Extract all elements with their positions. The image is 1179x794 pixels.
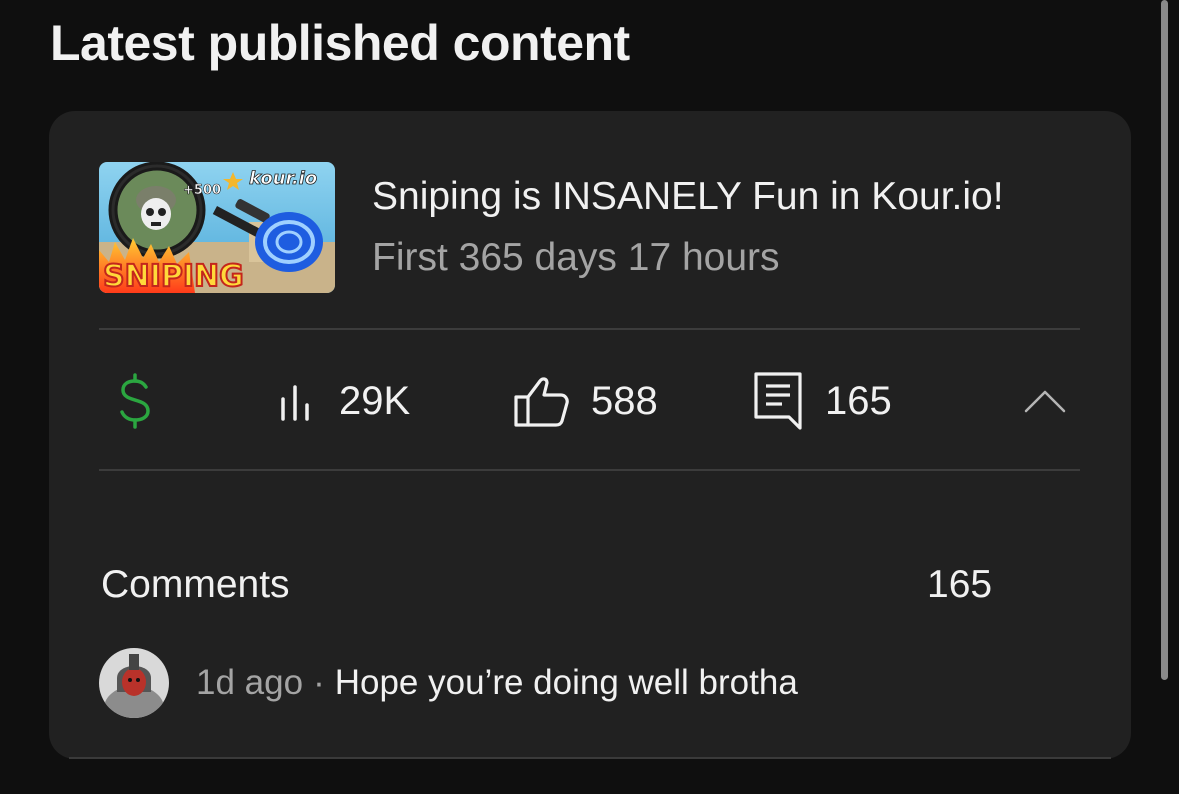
comments-count: 165 [927,563,993,606]
latest-content-card[interactable]: +500 kour.io SNIPING Sniping is INSANELY… [49,111,1131,759]
avatar[interactable] [99,648,169,718]
views-stat[interactable]: 29K [279,331,410,471]
card-bottom-edge [69,757,1111,759]
comment-icon [754,372,802,430]
comments-stat-count: 165 [825,378,892,423]
likes-count: 588 [591,378,658,423]
comments-heading[interactable]: Comments [101,563,290,607]
monetization-stat[interactable] [117,331,153,471]
comment-text: Hope you’re doing well brotha [334,663,798,702]
thumbnail-caption: SNIPING [103,259,244,293]
thumbs-up-icon [514,377,569,427]
thumbnail-badge: +500 [183,183,221,198]
video-period: First 365 days 17 hours [372,236,780,279]
analytics-bars-icon [281,385,309,421]
stats-row: 29K 588 165 [99,331,1080,471]
video-title[interactable]: Sniping is INSANELY Fun in Kour.io! [372,175,1004,219]
video-thumbnail[interactable]: +500 kour.io SNIPING [99,162,335,293]
section-title: Latest published content [50,15,630,71]
page-scrollbar[interactable] [1161,0,1168,680]
views-count: 29K [339,378,411,423]
dollar-icon [120,373,150,429]
comment-time: 1d ago [196,663,304,702]
collapse-button[interactable] [1024,383,1066,419]
thumbnail-brand: kour.io [249,168,317,189]
divider-top [99,328,1080,330]
comments-stat[interactable]: 165 [753,331,892,471]
likes-stat[interactable]: 588 [513,331,658,471]
chevron-up-icon [1024,390,1066,413]
comment-separator: · [313,663,325,702]
divider-bottom [99,469,1080,471]
latest-comment[interactable]: 1d ago · Hope you’re doing well brotha [99,646,798,720]
